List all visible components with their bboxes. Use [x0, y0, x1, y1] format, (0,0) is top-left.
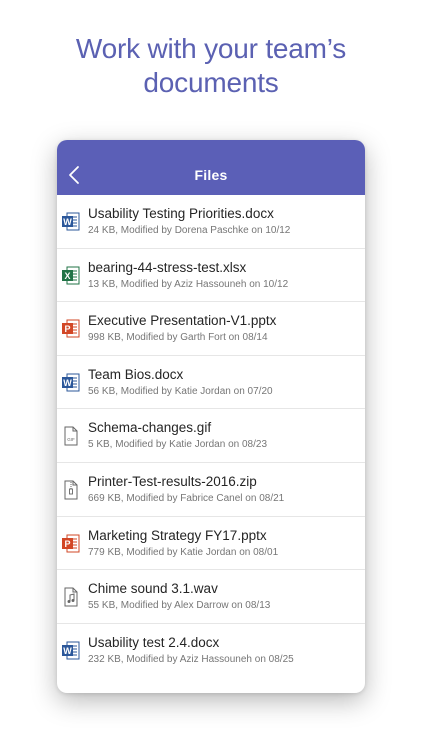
file-meta: 779 KB, Modified by Katie Jordan on 08/0… — [88, 546, 279, 558]
svg-text:W: W — [63, 378, 72, 388]
file-row[interactable]: W Team Bios.docx 56 KB, Modified by Kati… — [57, 356, 365, 410]
file-name: Schema-changes.gif — [88, 420, 212, 436]
powerpoint-doc-icon: P — [62, 534, 80, 554]
file-row[interactable]: GIF Schema-changes.gif 5 KB, Modified by… — [57, 409, 365, 463]
word-doc-icon: W — [62, 641, 80, 661]
file-name: bearing-44-stress-test.xlsx — [88, 259, 247, 275]
file-row[interactable]: P Marketing Strategy FY17.pptx 779 KB, M… — [57, 517, 365, 571]
file-row[interactable]: Chime sound 3.1.wav 55 KB, Modified by A… — [57, 570, 365, 624]
file-row[interactable]: Printer-Test-results-2016.zip 669 KB, Mo… — [57, 463, 365, 517]
file-meta: 669 KB, Modified by Fabrice Canel on 08/… — [88, 492, 285, 504]
file-name: Marketing Strategy FY17.pptx — [88, 527, 267, 543]
file-name: Usability test 2.4.docx — [88, 634, 220, 650]
file-meta: 998 KB, Modified by Garth Fort on 08/14 — [88, 332, 268, 344]
list-item-partial: ▬▬▬▬▬▬▬▬▬▬▬▬▬▬▬▬ — [57, 677, 365, 693]
file-meta: 55 KB, Modified by Alex Darrow on 08/13 — [88, 600, 271, 612]
file-meta: 24 KB, Modified by Dorena Paschke on 10/… — [88, 225, 291, 236]
nav-bar: Files — [57, 140, 365, 195]
file-name: Chime sound 3.1.wav — [88, 581, 218, 597]
audio-file-icon — [62, 587, 80, 607]
partial-row-text: ▬▬▬▬▬▬▬▬▬▬▬▬▬▬▬▬ — [88, 687, 304, 693]
zip-file-icon — [62, 480, 80, 500]
headline-line-2: documents — [143, 67, 279, 98]
file-row[interactable]: P Executive Presentation-V1.pptx 998 KB,… — [57, 302, 365, 356]
powerpoint-doc-icon: P — [62, 319, 80, 339]
file-meta: 5 KB, Modified by Katie Jordan on 08/23 — [88, 439, 268, 451]
gif-file-icon: GIF — [62, 426, 80, 446]
svg-text:GIF: GIF — [67, 437, 75, 442]
file-name: Printer-Test-results-2016.zip — [88, 473, 257, 489]
word-doc-icon: W — [62, 373, 80, 393]
files-screen: Files W Usability Testing Priorities.doc… — [57, 140, 365, 693]
word-doc-icon: W — [62, 212, 80, 232]
svg-text:X: X — [64, 271, 70, 281]
file-row[interactable]: X bearing-44-stress-test.xlsx 13 KB, Mod… — [57, 249, 365, 303]
file-meta: 13 KB, Modified by Aziz Hassouneh on 10/… — [88, 278, 289, 290]
file-row[interactable]: W Usability test 2.4.docx 232 KB, Modifi… — [57, 624, 365, 678]
file-list: W Usability Testing Priorities.docx 24 K… — [57, 195, 365, 677]
file-row[interactable]: W Usability Testing Priorities.docx 24 K… — [57, 195, 365, 249]
file-meta: 232 KB, Modified by Aziz Hassouneh on 08… — [88, 653, 294, 665]
file-meta: 56 KB, Modified by Katie Jordan on 07/20 — [88, 385, 273, 397]
svg-text:W: W — [63, 217, 72, 227]
svg-text:P: P — [64, 324, 70, 334]
excel-doc-icon: X — [62, 266, 80, 286]
svg-text:W: W — [63, 646, 72, 656]
file-name: Usability Testing Priorities.docx — [88, 206, 274, 221]
file-name: Team Bios.docx — [88, 366, 184, 382]
headline: Work with your team’s documents — [0, 32, 422, 100]
page-title: Files — [194, 167, 228, 183]
svg-text:P: P — [64, 539, 70, 549]
file-name: Executive Presentation-V1.pptx — [88, 313, 277, 329]
headline-line-1: Work with your team’s — [75, 33, 347, 64]
